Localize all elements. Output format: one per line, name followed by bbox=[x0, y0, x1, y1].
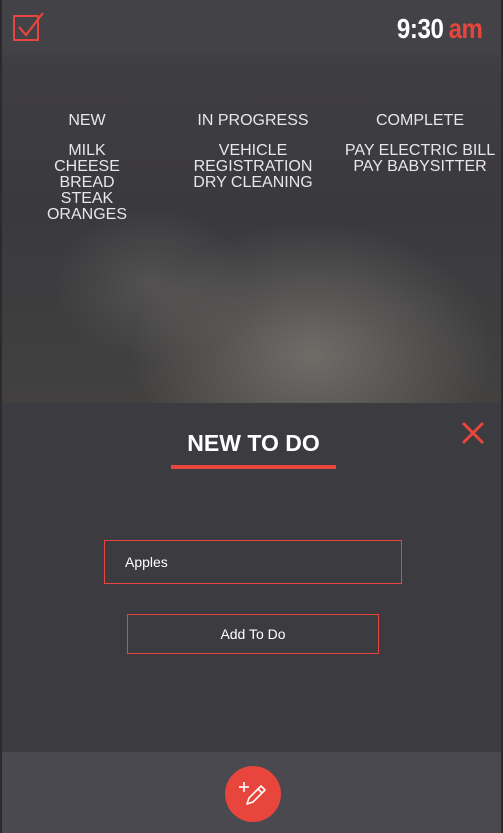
column-complete: COMPLETE PAY ELECTRIC BILL PAY BABYSITTE… bbox=[335, 113, 503, 175]
todo-item[interactable]: CHEESE bbox=[2, 159, 172, 175]
todo-board: NEW MILK CHEESE BREAD STEAK ORANGES IN P… bbox=[0, 55, 503, 403]
column-title: IN PROGRESS bbox=[197, 112, 309, 129]
clock-ampm: am bbox=[449, 13, 483, 44]
add-todo-fab[interactable] bbox=[225, 766, 281, 822]
checkbox-icon[interactable] bbox=[12, 10, 46, 44]
column-title: NEW bbox=[68, 112, 106, 129]
todo-item[interactable]: MILK bbox=[2, 143, 172, 159]
title-underline bbox=[171, 465, 336, 469]
clock-time: 9:30 bbox=[397, 13, 444, 44]
todo-item[interactable]: ORANGES bbox=[2, 207, 172, 223]
column-in-progress: IN PROGRESS VEHICLE REGISTRATION DRY CLE… bbox=[168, 113, 338, 191]
todo-item[interactable]: VEHICLE bbox=[168, 143, 338, 159]
todo-item[interactable]: BREAD bbox=[2, 175, 172, 191]
add-todo-button[interactable]: Add To Do bbox=[127, 614, 379, 654]
column-new: NEW MILK CHEESE BREAD STEAK ORANGES bbox=[2, 113, 172, 223]
column-title: COMPLETE bbox=[375, 112, 464, 129]
todo-item[interactable]: DRY CLEANING bbox=[168, 175, 338, 191]
todo-item[interactable]: PAY BABYSITTER bbox=[335, 159, 503, 175]
panel-title: NEW TO DO bbox=[187, 430, 320, 456]
top-bar: 9:30 am bbox=[0, 0, 503, 55]
add-edit-icon bbox=[239, 782, 266, 805]
close-icon[interactable] bbox=[460, 420, 486, 446]
todo-item[interactable]: PAY ELECTRIC BILL bbox=[335, 143, 503, 159]
todo-item[interactable]: STEAK bbox=[2, 191, 172, 207]
bottom-bar bbox=[0, 752, 503, 833]
clock: 9:30 am bbox=[397, 13, 483, 45]
todo-item[interactable]: REGISTRATION bbox=[168, 159, 338, 175]
todo-input[interactable] bbox=[104, 540, 402, 584]
new-todo-panel: NEW TO DO Add To Do bbox=[0, 403, 503, 752]
